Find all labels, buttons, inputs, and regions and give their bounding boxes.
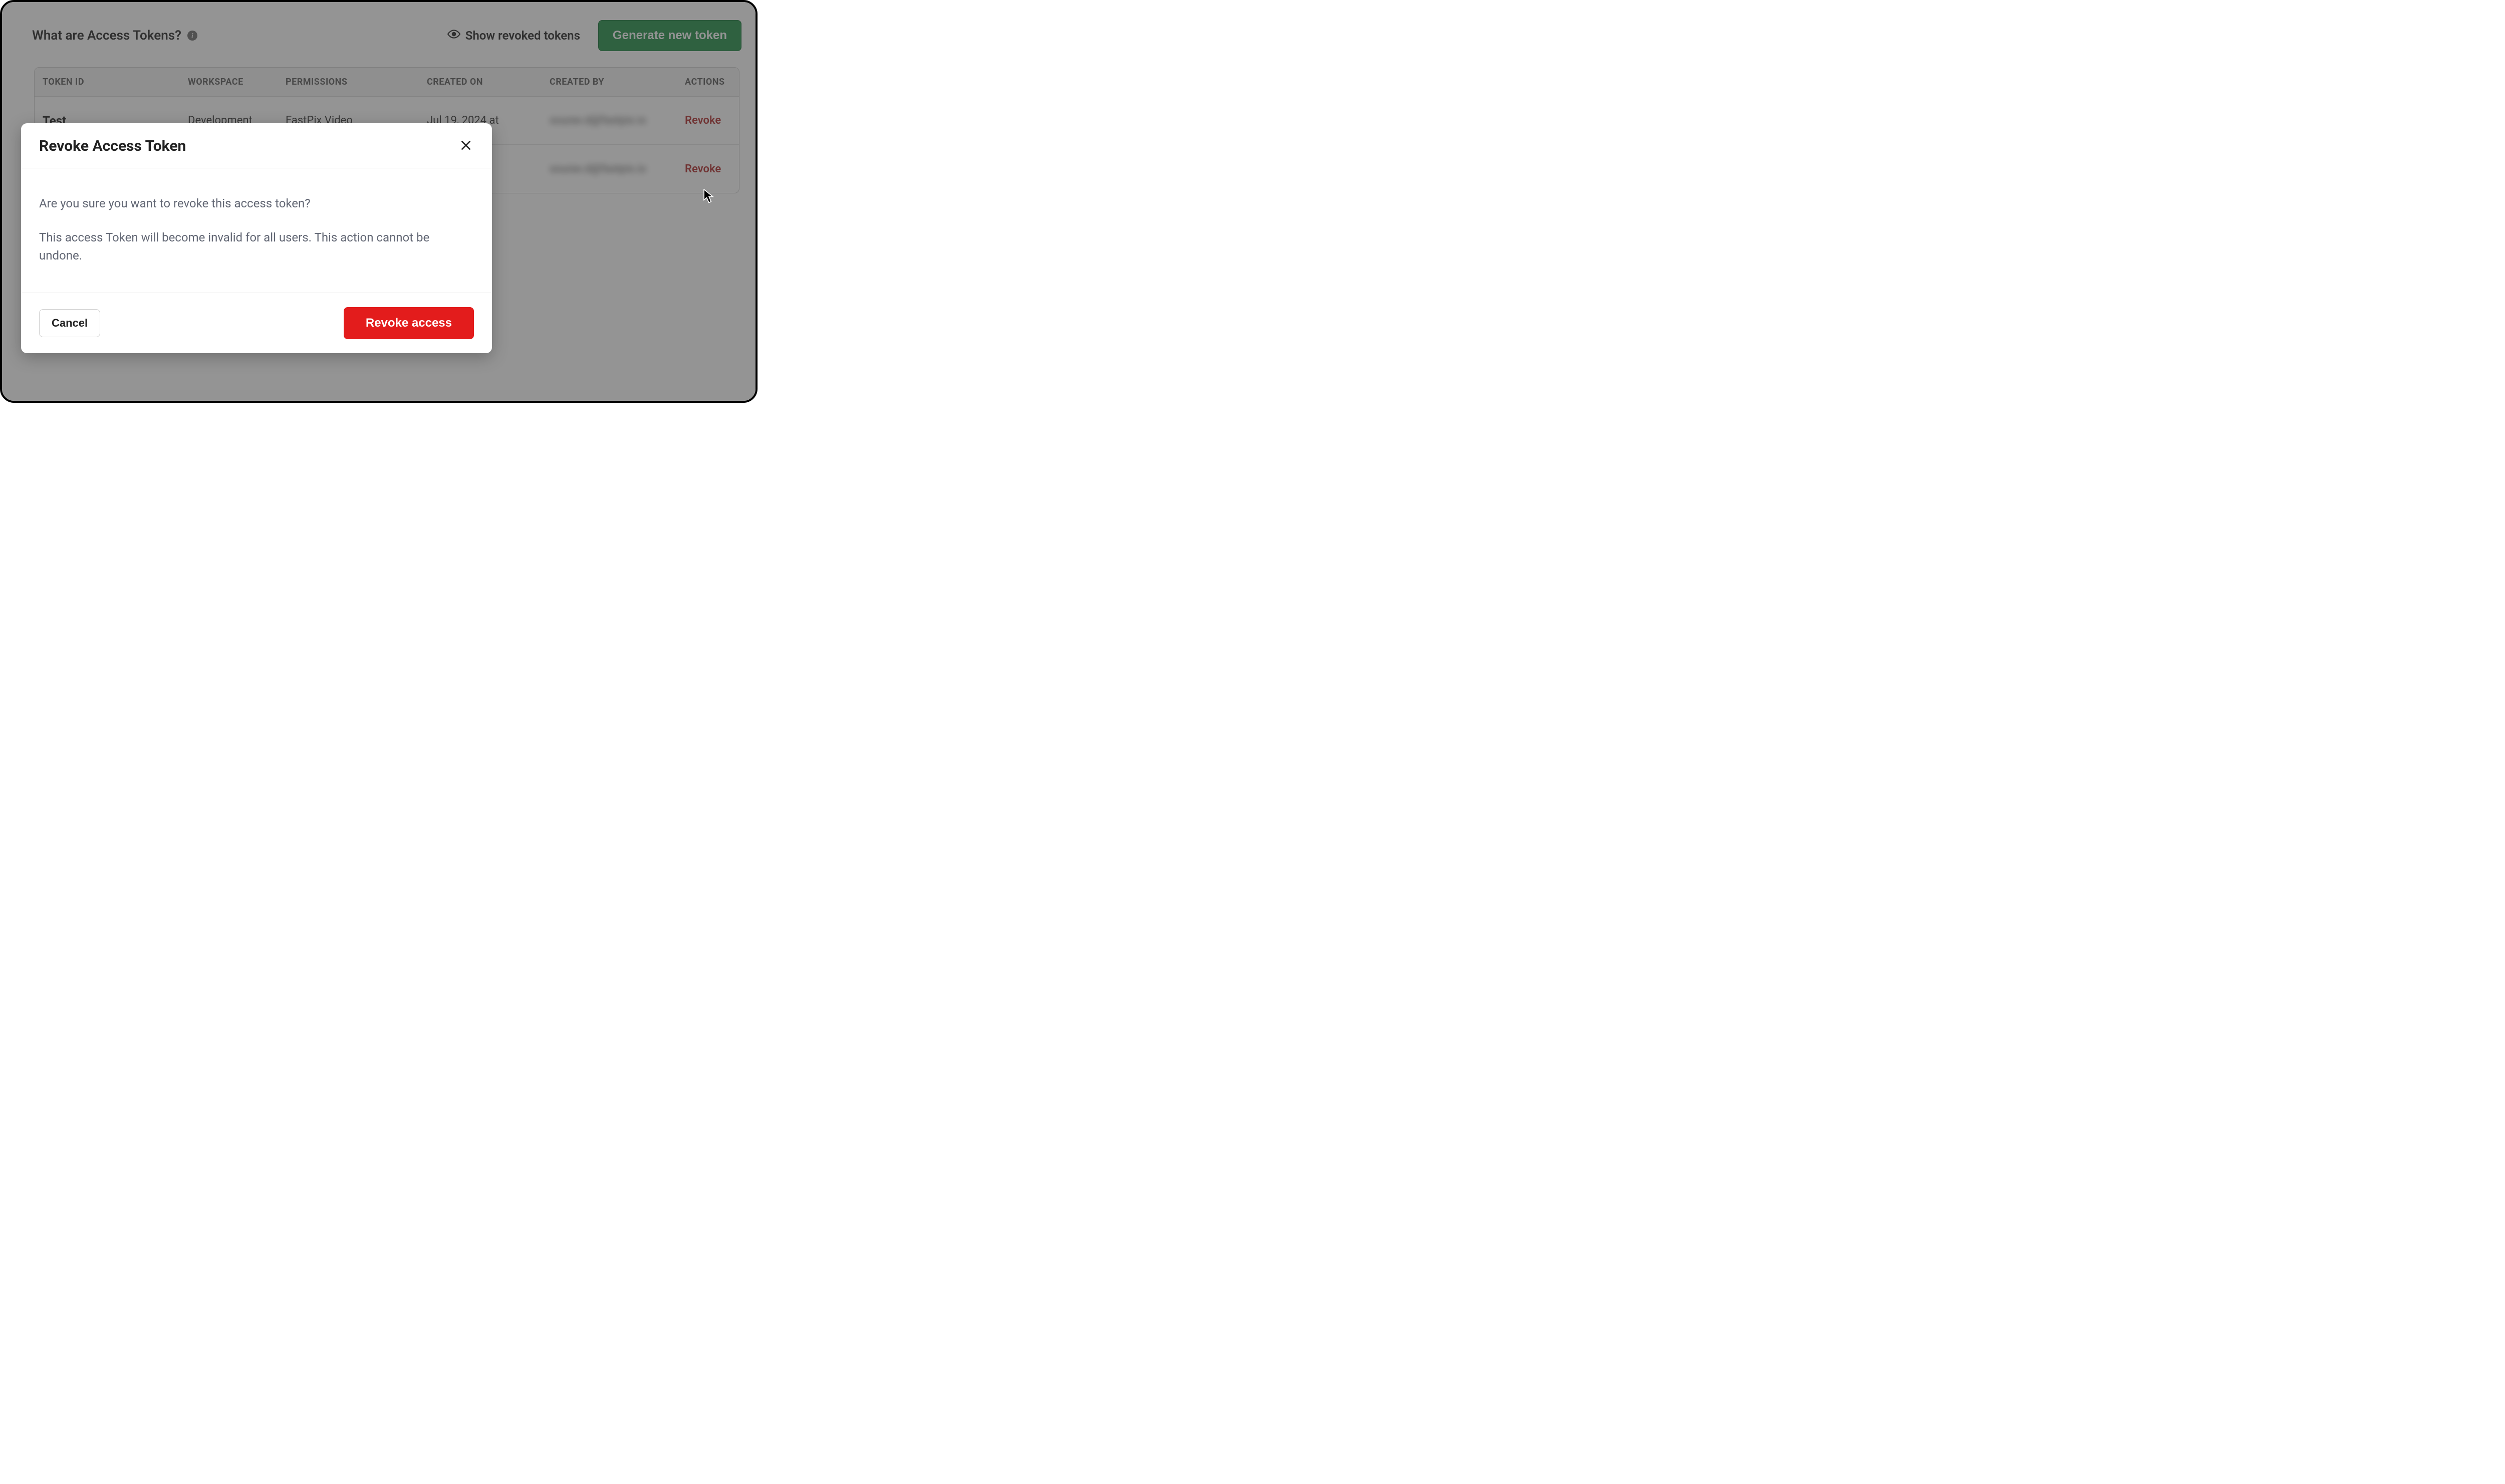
modal-title: Revoke Access Token bbox=[39, 137, 186, 155]
revoke-access-button[interactable]: Revoke access bbox=[344, 307, 474, 339]
modal-question: Are you sure you want to revoke this acc… bbox=[39, 194, 474, 212]
modal-warning: This access Token will become invalid fo… bbox=[39, 228, 474, 265]
modal-header: Revoke Access Token bbox=[21, 123, 492, 168]
modal-body: Are you sure you want to revoke this acc… bbox=[21, 168, 492, 293]
revoke-modal: Revoke Access Token Are you sure you wan… bbox=[21, 123, 492, 353]
modal-close-button[interactable] bbox=[458, 138, 474, 154]
cancel-button[interactable]: Cancel bbox=[39, 309, 100, 337]
close-icon bbox=[459, 139, 472, 153]
app-window: What are Access Tokens? i Show revoked t… bbox=[0, 0, 758, 403]
modal-footer: Cancel Revoke access bbox=[21, 293, 492, 353]
